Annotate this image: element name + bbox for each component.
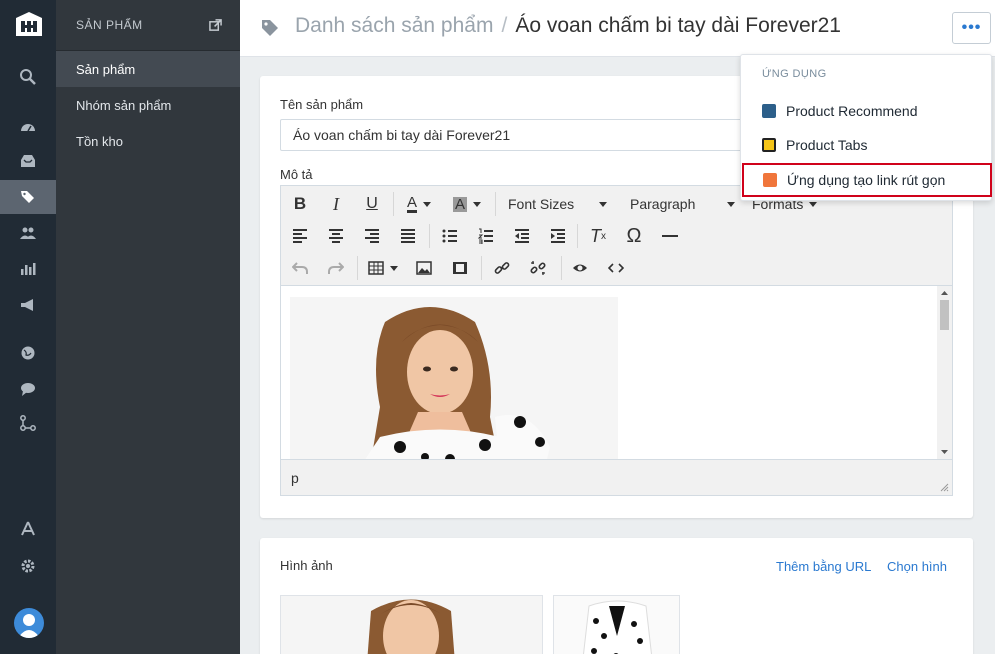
dashboard-icon[interactable] (0, 110, 56, 144)
menu-item-product-recommend[interactable]: Product Recommend (741, 94, 991, 128)
font-sizes-dropdown[interactable]: Font Sizes (508, 190, 620, 218)
indent-icon[interactable] (545, 222, 571, 250)
scroll-down-icon[interactable] (937, 447, 952, 457)
add-by-url-link[interactable]: Thêm bằng URL (776, 559, 871, 574)
sidebar-header: SẢN PHẨM (56, 0, 240, 51)
search-icon[interactable] (0, 60, 56, 94)
gear-icon[interactable] (0, 549, 56, 583)
horizontal-rule-icon[interactable] (657, 222, 683, 250)
sidebar-item-inventory[interactable]: Tồn kho (56, 123, 240, 159)
sidebar: SẢN PHẨM Sản phẩm Nhóm sản phẩm Tồn kho (56, 0, 240, 654)
link-icon[interactable] (489, 254, 515, 282)
underline-icon[interactable]: U (359, 190, 385, 218)
toolbar-divider (357, 256, 358, 280)
preview-icon[interactable] (567, 254, 593, 282)
editor-statusbar: p (281, 459, 952, 495)
product-image-thumbnail[interactable] (553, 595, 680, 654)
rich-text-editor: B I U A A Font Sizes Paragraph Formats T… (280, 185, 953, 496)
outdent-icon[interactable] (509, 222, 535, 250)
page-title: Áo voan chấm bi tay dài Forever21 (515, 14, 841, 37)
globe-icon[interactable] (0, 336, 56, 370)
element-path[interactable]: p (291, 470, 299, 486)
sidebar-item-label: Sản phẩm (76, 61, 136, 77)
megaphone-icon[interactable] (0, 288, 56, 322)
source-code-icon[interactable] (603, 254, 629, 282)
avatar[interactable] (14, 608, 44, 638)
resize-handle-icon[interactable] (939, 482, 949, 492)
paragraph-dropdown[interactable]: Paragraph (630, 190, 742, 218)
italic-icon[interactable]: I (323, 190, 349, 218)
toolbar-divider (393, 192, 394, 216)
description-label: Mô tả (280, 167, 313, 182)
choose-image-link[interactable]: Chọn hình (887, 559, 947, 574)
model-photo (290, 297, 618, 459)
menu-item-label: Product Recommend (786, 103, 918, 119)
table-icon[interactable] (365, 254, 401, 282)
numbered-list-icon[interactable] (473, 222, 499, 250)
images-title: Hình ảnh (280, 558, 333, 573)
menu-item-label: Product Tabs (786, 137, 868, 153)
app-store-icon[interactable] (0, 512, 56, 546)
more-actions-button[interactable]: ••• (952, 12, 991, 44)
breadcrumb-parent[interactable]: Danh sách sản phẩm (295, 14, 493, 37)
sidebar-item-label: Tồn kho (76, 133, 123, 149)
text-color-icon[interactable]: A (399, 190, 439, 218)
toolbar-divider (577, 224, 578, 248)
tag-icon (262, 20, 278, 36)
breadcrumb: Danh sách sản phẩm / Áo voan chấm bi tay d… (295, 14, 841, 38)
toolbar-divider (481, 256, 482, 280)
align-right-icon[interactable] (359, 222, 385, 250)
background-color-icon[interactable]: A (447, 190, 487, 218)
product-name-label: Tên sản phẩm (280, 97, 364, 112)
users-icon[interactable] (0, 216, 56, 250)
editor-toolbar: B I U A A Font Sizes Paragraph Formats T… (281, 186, 952, 286)
chart-icon[interactable] (0, 252, 56, 286)
product-image-thumbnail[interactable] (280, 595, 543, 654)
unlink-icon[interactable] (525, 254, 551, 282)
paragraph-label: Paragraph (630, 196, 696, 212)
haravan-logo[interactable] (12, 8, 46, 42)
special-character-icon[interactable]: Ω (621, 222, 647, 250)
editor-scrollbar[interactable] (937, 286, 952, 459)
external-link-icon[interactable] (209, 18, 222, 32)
inbox-icon[interactable] (0, 144, 56, 178)
bullet-list-icon[interactable] (437, 222, 463, 250)
top-bar: Danh sách sản phẩm / Áo voan chấm bi tay d… (240, 0, 995, 57)
dropdown-heading: ỨNG DỤNG (762, 68, 827, 80)
menu-item-short-link-app[interactable]: Ứng dụng tạo link rút gọn (742, 163, 992, 197)
image-icon[interactable] (411, 254, 437, 282)
video-icon[interactable] (447, 254, 473, 282)
menu-item-product-tabs[interactable]: Product Tabs (741, 128, 991, 162)
align-left-icon[interactable] (287, 222, 313, 250)
recommend-icon (762, 104, 776, 118)
link-icon (763, 173, 777, 187)
clear-formatting-icon[interactable]: Tx (585, 222, 611, 250)
tags-icon[interactable] (0, 180, 56, 214)
bold-icon[interactable]: B (287, 190, 313, 218)
toolbar-divider (429, 224, 430, 248)
sidebar-item-products[interactable]: Sản phẩm (56, 51, 240, 87)
sidebar-item-product-groups[interactable]: Nhóm sản phẩm (56, 87, 240, 123)
scroll-up-icon[interactable] (937, 288, 952, 298)
breadcrumb-separator: / (501, 14, 508, 37)
scrollbar-thumb[interactable] (940, 300, 949, 330)
align-justify-icon[interactable] (395, 222, 421, 250)
align-center-icon[interactable] (323, 222, 349, 250)
sidebar-item-label: Nhóm sản phẩm (76, 97, 172, 113)
tabs-icon (762, 138, 776, 152)
toolbar-divider (495, 192, 496, 216)
menu-item-label: Ứng dụng tạo link rút gọn (787, 172, 946, 188)
font-sizes-label: Font Sizes (508, 196, 575, 212)
sidebar-title: SẢN PHẨM (76, 18, 143, 32)
toolbar-divider (561, 256, 562, 280)
redo-icon[interactable] (323, 254, 349, 282)
share-icon[interactable] (0, 406, 56, 440)
undo-icon[interactable] (287, 254, 313, 282)
apps-dropdown-menu: ỨNG DỤNG Product Recommend Product Tabs … (740, 54, 992, 201)
icon-rail (0, 0, 56, 654)
product-images-card: Hình ảnh Thêm bằng URL Chọn hình (260, 538, 973, 654)
editor-content[interactable] (281, 286, 952, 459)
chat-icon[interactable] (0, 372, 56, 406)
